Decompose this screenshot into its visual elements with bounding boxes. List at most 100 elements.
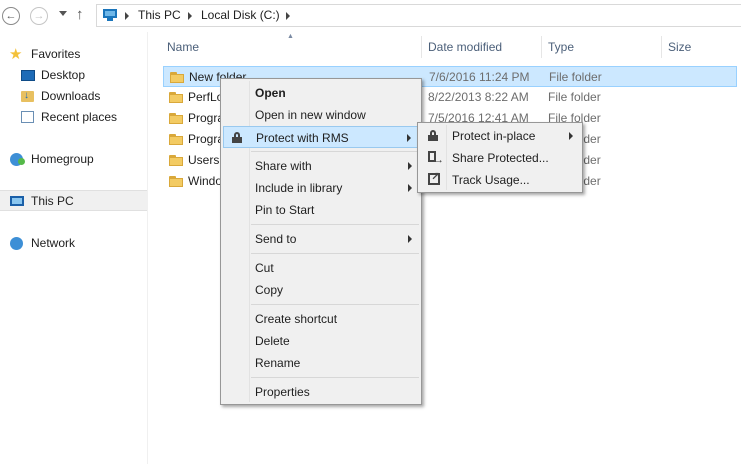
sidebar-item-network[interactable]: Network [0, 233, 147, 254]
breadcrumb-this-pc[interactable]: This PC [138, 8, 181, 22]
menu-item-include-in-library[interactable]: Include in library [223, 177, 419, 199]
forward-arrow-icon: → [33, 9, 45, 22]
column-header-type[interactable]: Type [548, 40, 574, 54]
folder-icon [170, 72, 184, 83]
menu-item-cut[interactable]: Cut [223, 257, 419, 279]
sidebar-item-desktop[interactable]: Desktop [0, 65, 147, 86]
menu-item-label: Include in library [255, 181, 343, 195]
menu-item-create-shortcut[interactable]: Create shortcut [223, 308, 419, 330]
menu-separator [251, 304, 419, 305]
desktop-icon [21, 70, 35, 81]
menu-item-rename[interactable]: Rename [223, 352, 419, 374]
sidebar-item-downloads[interactable]: ↓ Downloads [0, 86, 147, 107]
menu-item-label: Copy [255, 283, 284, 297]
rms-submenu: Protect in-place → Share Protected... ↗ … [417, 122, 583, 193]
lock-icon [428, 130, 438, 141]
column-divider[interactable] [421, 36, 422, 58]
sidebar-item-label: Downloads [41, 89, 101, 103]
this-pc-icon [103, 9, 117, 21]
menu-item-open-new-window[interactable]: Open in new window [223, 104, 419, 126]
homegroup-badge-icon [18, 158, 25, 165]
menu-item-label: Create shortcut [255, 312, 338, 326]
column-header-size[interactable]: Size [668, 40, 691, 54]
lock-icon [232, 132, 242, 143]
menu-item-label: Properties [255, 385, 310, 399]
file-date: 7/6/2016 11:24 PM [429, 70, 530, 84]
sort-ascending-icon: ▲ [287, 33, 294, 40]
menu-item-label: Cut [255, 261, 274, 275]
navigation-pane: ★ Favorites Desktop ↓ Downloads Recent p… [0, 32, 148, 464]
sidebar-item-label: Desktop [41, 68, 86, 82]
folder-icon [169, 92, 183, 103]
sidebar-item-label: This PC [31, 194, 74, 208]
sidebar-item-homegroup[interactable]: Homegroup [0, 149, 147, 170]
back-arrow-icon: ← [5, 9, 17, 22]
sidebar-item-label: Recent places [41, 110, 118, 124]
up-button[interactable]: ↑ [76, 6, 84, 23]
menu-item-pin-to-start[interactable]: Pin to Start [223, 199, 419, 221]
this-pc-icon [10, 196, 24, 206]
column-divider[interactable] [661, 36, 662, 58]
menu-item-label: Protect with RMS [256, 131, 349, 145]
menu-item-label: Share Protected... [452, 151, 549, 165]
recent-places-icon [21, 111, 34, 123]
menu-item-send-to[interactable]: Send to [223, 228, 419, 250]
submenu-arrow-icon [408, 162, 412, 170]
folder-icon [169, 113, 183, 124]
menu-item-label: Send to [255, 232, 297, 246]
address-bar-row: ← → ↑ This PC Local Disk (C:) [0, 0, 741, 32]
column-header-name[interactable]: Name [167, 40, 199, 54]
breadcrumb-arrow-icon[interactable] [188, 12, 192, 20]
menu-item-protect-with-rms[interactable]: Protect with RMS [223, 126, 419, 148]
submenu-arrow-icon [569, 132, 573, 140]
menu-item-properties[interactable]: Properties [223, 381, 419, 403]
file-name: Users [188, 153, 220, 167]
recent-locations-dropdown[interactable] [59, 11, 67, 16]
sidebar-item-label: Favorites [31, 47, 81, 61]
menu-separator [251, 253, 419, 254]
menu-item-label: Pin to Start [255, 203, 315, 217]
sidebar-item-label: Homegroup [31, 152, 94, 166]
menu-item-label: Open in new window [255, 108, 366, 122]
sidebar-item-label: Network [31, 236, 76, 250]
menu-item-track-usage[interactable]: ↗ Track Usage... [420, 169, 580, 191]
file-type: File folder [548, 90, 601, 104]
menu-item-label: Rename [255, 356, 301, 370]
menu-separator [251, 224, 419, 225]
menu-item-label: Open [255, 86, 286, 100]
back-button[interactable]: ← [2, 7, 20, 25]
submenu-arrow-icon [408, 184, 412, 192]
sidebar-item-recent-places[interactable]: Recent places [0, 107, 147, 128]
share-protected-icon: → [428, 151, 444, 166]
menu-item-label: Track Usage... [452, 173, 530, 187]
menu-item-label: Delete [255, 334, 290, 348]
menu-item-label: Share with [255, 159, 312, 173]
track-usage-icon: ↗ [428, 171, 440, 185]
download-arrow-icon: ↓ [24, 90, 29, 101]
star-icon: ★ [9, 46, 23, 63]
forward-button[interactable]: → [30, 7, 48, 25]
menu-item-copy[interactable]: Copy [223, 279, 419, 301]
context-menu: Open Open in new window Protect with RMS… [220, 78, 422, 405]
menu-item-label: Protect in-place [452, 129, 536, 143]
address-box[interactable]: This PC Local Disk (C:) [96, 4, 741, 27]
menu-item-open[interactable]: Open [223, 82, 419, 104]
file-type: File folder [549, 70, 602, 84]
breadcrumb-local-disk[interactable]: Local Disk (C:) [201, 8, 280, 22]
menu-item-share-with[interactable]: Share with [223, 155, 419, 177]
folder-icon [169, 176, 183, 187]
submenu-arrow-icon [408, 235, 412, 243]
menu-item-delete[interactable]: Delete [223, 330, 419, 352]
file-date: 8/22/2013 8:22 AM [428, 90, 529, 104]
sidebar-item-favorites[interactable]: ★ Favorites [0, 44, 147, 65]
menu-separator [251, 151, 419, 152]
breadcrumb-arrow-icon[interactable] [125, 12, 129, 20]
folder-icon [169, 134, 183, 145]
menu-item-protect-in-place[interactable]: Protect in-place [420, 125, 580, 147]
column-header-date-modified[interactable]: Date modified [428, 40, 502, 54]
menu-item-share-protected[interactable]: → Share Protected... [420, 147, 580, 169]
network-icon [10, 237, 23, 250]
breadcrumb-arrow-icon[interactable] [286, 12, 290, 20]
column-divider[interactable] [541, 36, 542, 58]
sidebar-item-this-pc[interactable]: This PC [0, 190, 147, 211]
